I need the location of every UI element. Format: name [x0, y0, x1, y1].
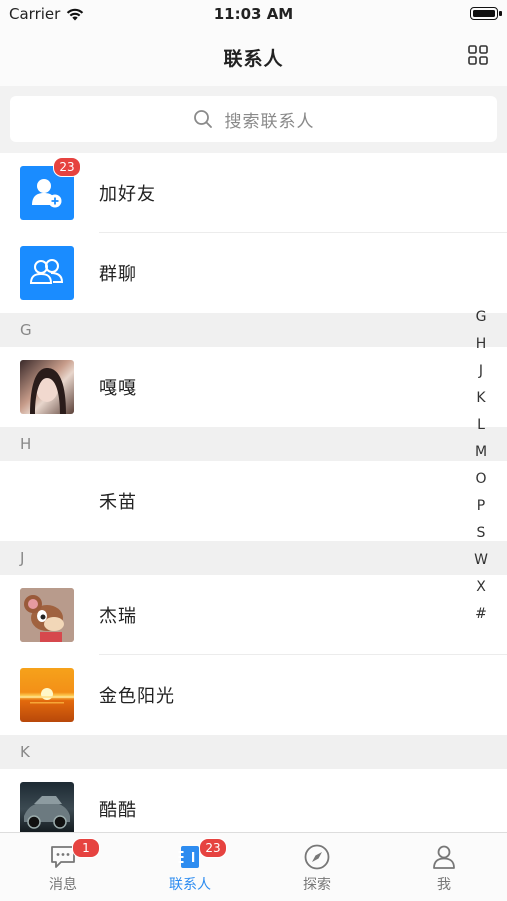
avatar — [20, 588, 74, 642]
contact-name: 金色阳光 — [99, 686, 175, 707]
page-title: 联系人 — [223, 48, 284, 70]
contact-row[interactable]: 杰瑞 — [0, 575, 507, 655]
section-header-g: G — [0, 313, 507, 347]
group-chat-label: 群聊 — [99, 264, 137, 285]
tab-explore[interactable]: 探索 — [254, 833, 380, 901]
avatar — [20, 782, 74, 832]
group-chat-icon — [29, 259, 64, 284]
contact-row[interactable]: 金色阳光 — [0, 655, 507, 735]
contact-list[interactable]: 23 加好友 群聊 G 嘎嘎 H 禾苗 J 杰瑞 金色阳光 K 酷酷 — [0, 153, 507, 832]
search-area: 搜索联系人 — [0, 86, 507, 153]
add-friend-label: 加好友 — [99, 184, 156, 205]
avatar-photo — [20, 588, 74, 642]
section-header-k: K — [0, 735, 507, 769]
index-letter[interactable]: K — [476, 385, 485, 412]
avatar — [20, 360, 74, 414]
add-friend-badge: 23 — [53, 157, 81, 177]
compass-icon — [304, 844, 330, 870]
contact-name: 嘎嘎 — [99, 378, 137, 399]
avatar — [20, 474, 74, 528]
index-letter[interactable]: H — [476, 331, 487, 358]
contact-row[interactable]: 嘎嘎 — [0, 347, 507, 427]
index-letter[interactable]: M — [475, 439, 487, 466]
avatar-photo — [24, 796, 70, 829]
contact-row[interactable]: 酷酷 — [0, 769, 507, 832]
grid-menu-icon[interactable] — [467, 44, 489, 66]
index-letter[interactable]: # — [475, 601, 487, 628]
tab-explore-label: 探索 — [303, 877, 331, 893]
contact-name: 酷酷 — [99, 800, 137, 821]
index-letter[interactable]: S — [477, 520, 486, 547]
search-placeholder: 搜索联系人 — [224, 111, 315, 132]
tab-bar: 1 消息 23 联系人 探索 我 — [0, 832, 507, 901]
tab-messages-label: 消息 — [49, 877, 77, 893]
messages-badge: 1 — [72, 838, 100, 858]
contacts-badge: 23 — [199, 838, 227, 858]
index-letter[interactable]: L — [477, 412, 485, 439]
contact-name: 杰瑞 — [99, 606, 137, 627]
search-icon — [193, 110, 212, 128]
index-letter[interactable]: O — [475, 466, 486, 493]
status-bar: Carrier 11:03 AM — [0, 0, 507, 28]
contact-row[interactable]: 禾苗 — [0, 461, 507, 541]
status-time: 11:03 AM — [213, 5, 294, 23]
index-letter[interactable]: G — [476, 304, 487, 331]
group-chat-row[interactable]: 群聊 — [0, 233, 507, 313]
tab-messages[interactable]: 1 消息 — [0, 833, 126, 901]
contact-name: 禾苗 — [99, 492, 137, 513]
section-header-h: H — [0, 427, 507, 461]
nav-bar: 联系人 — [0, 28, 507, 86]
section-header-j: J — [0, 541, 507, 575]
user-icon — [433, 845, 455, 869]
avatar-photo — [20, 688, 74, 704]
index-letter[interactable]: P — [477, 493, 485, 520]
avatar-photo — [30, 368, 66, 414]
tab-me-label: 我 — [437, 877, 451, 893]
battery-icon — [470, 7, 502, 20]
search-input[interactable]: 搜索联系人 — [10, 96, 497, 142]
avatar — [20, 668, 74, 722]
alphabet-index[interactable]: G H J K L M O P S W X # — [474, 304, 488, 628]
group-chat-avatar — [20, 246, 74, 300]
index-letter[interactable]: W — [474, 547, 488, 574]
index-letter[interactable]: X — [476, 574, 486, 601]
add-friend-row[interactable]: 23 加好友 — [0, 153, 507, 233]
tab-contacts-label: 联系人 — [169, 877, 211, 893]
tab-contacts[interactable]: 23 联系人 — [127, 833, 253, 901]
index-letter[interactable]: J — [479, 358, 483, 385]
tab-me[interactable]: 我 — [381, 833, 507, 901]
